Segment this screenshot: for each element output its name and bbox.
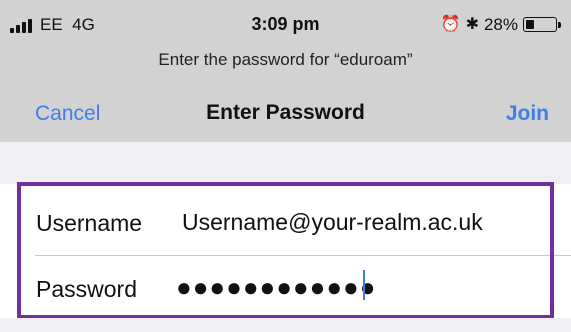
password-row[interactable]: Password ●●●●●●●●●●●● — [0, 256, 571, 322]
username-field[interactable]: Username@your-realm.ac.uk — [182, 209, 483, 236]
username-row[interactable]: Username Username@your-realm.ac.uk — [0, 190, 571, 256]
text-caret — [363, 270, 365, 300]
battery-icon — [523, 16, 563, 34]
alarm-icon: ⏰ — [440, 16, 461, 33]
page-title: Enter Password — [206, 101, 365, 124]
page-background — [0, 318, 571, 332]
wifi-password-screen: EE 4G 3:09 pm ⏰ ✱ 28% Enter the password… — [0, 0, 571, 332]
status-bar: EE 4G 3:09 pm ⏰ ✱ 28% — [0, 0, 571, 40]
navigation-bar: Cancel Enter Password Join — [0, 94, 571, 134]
status-indicators: ⏰ ✱ 28% — [441, 14, 563, 36]
network-prompt: Enter the password for “eduroam” — [158, 50, 413, 69]
username-label: Username — [36, 210, 143, 236]
battery-fill — [526, 19, 534, 29]
password-label: Password — [36, 276, 137, 302]
battery-percent: 28% — [483, 15, 518, 34]
join-button[interactable]: Join — [506, 102, 549, 126]
bluetooth-icon: ✱ — [465, 16, 479, 33]
password-field[interactable]: ●●●●●●●●●●●● — [176, 272, 376, 303]
header-area: EE 4G 3:09 pm ⏰ ✱ 28% Enter the password… — [0, 0, 571, 142]
